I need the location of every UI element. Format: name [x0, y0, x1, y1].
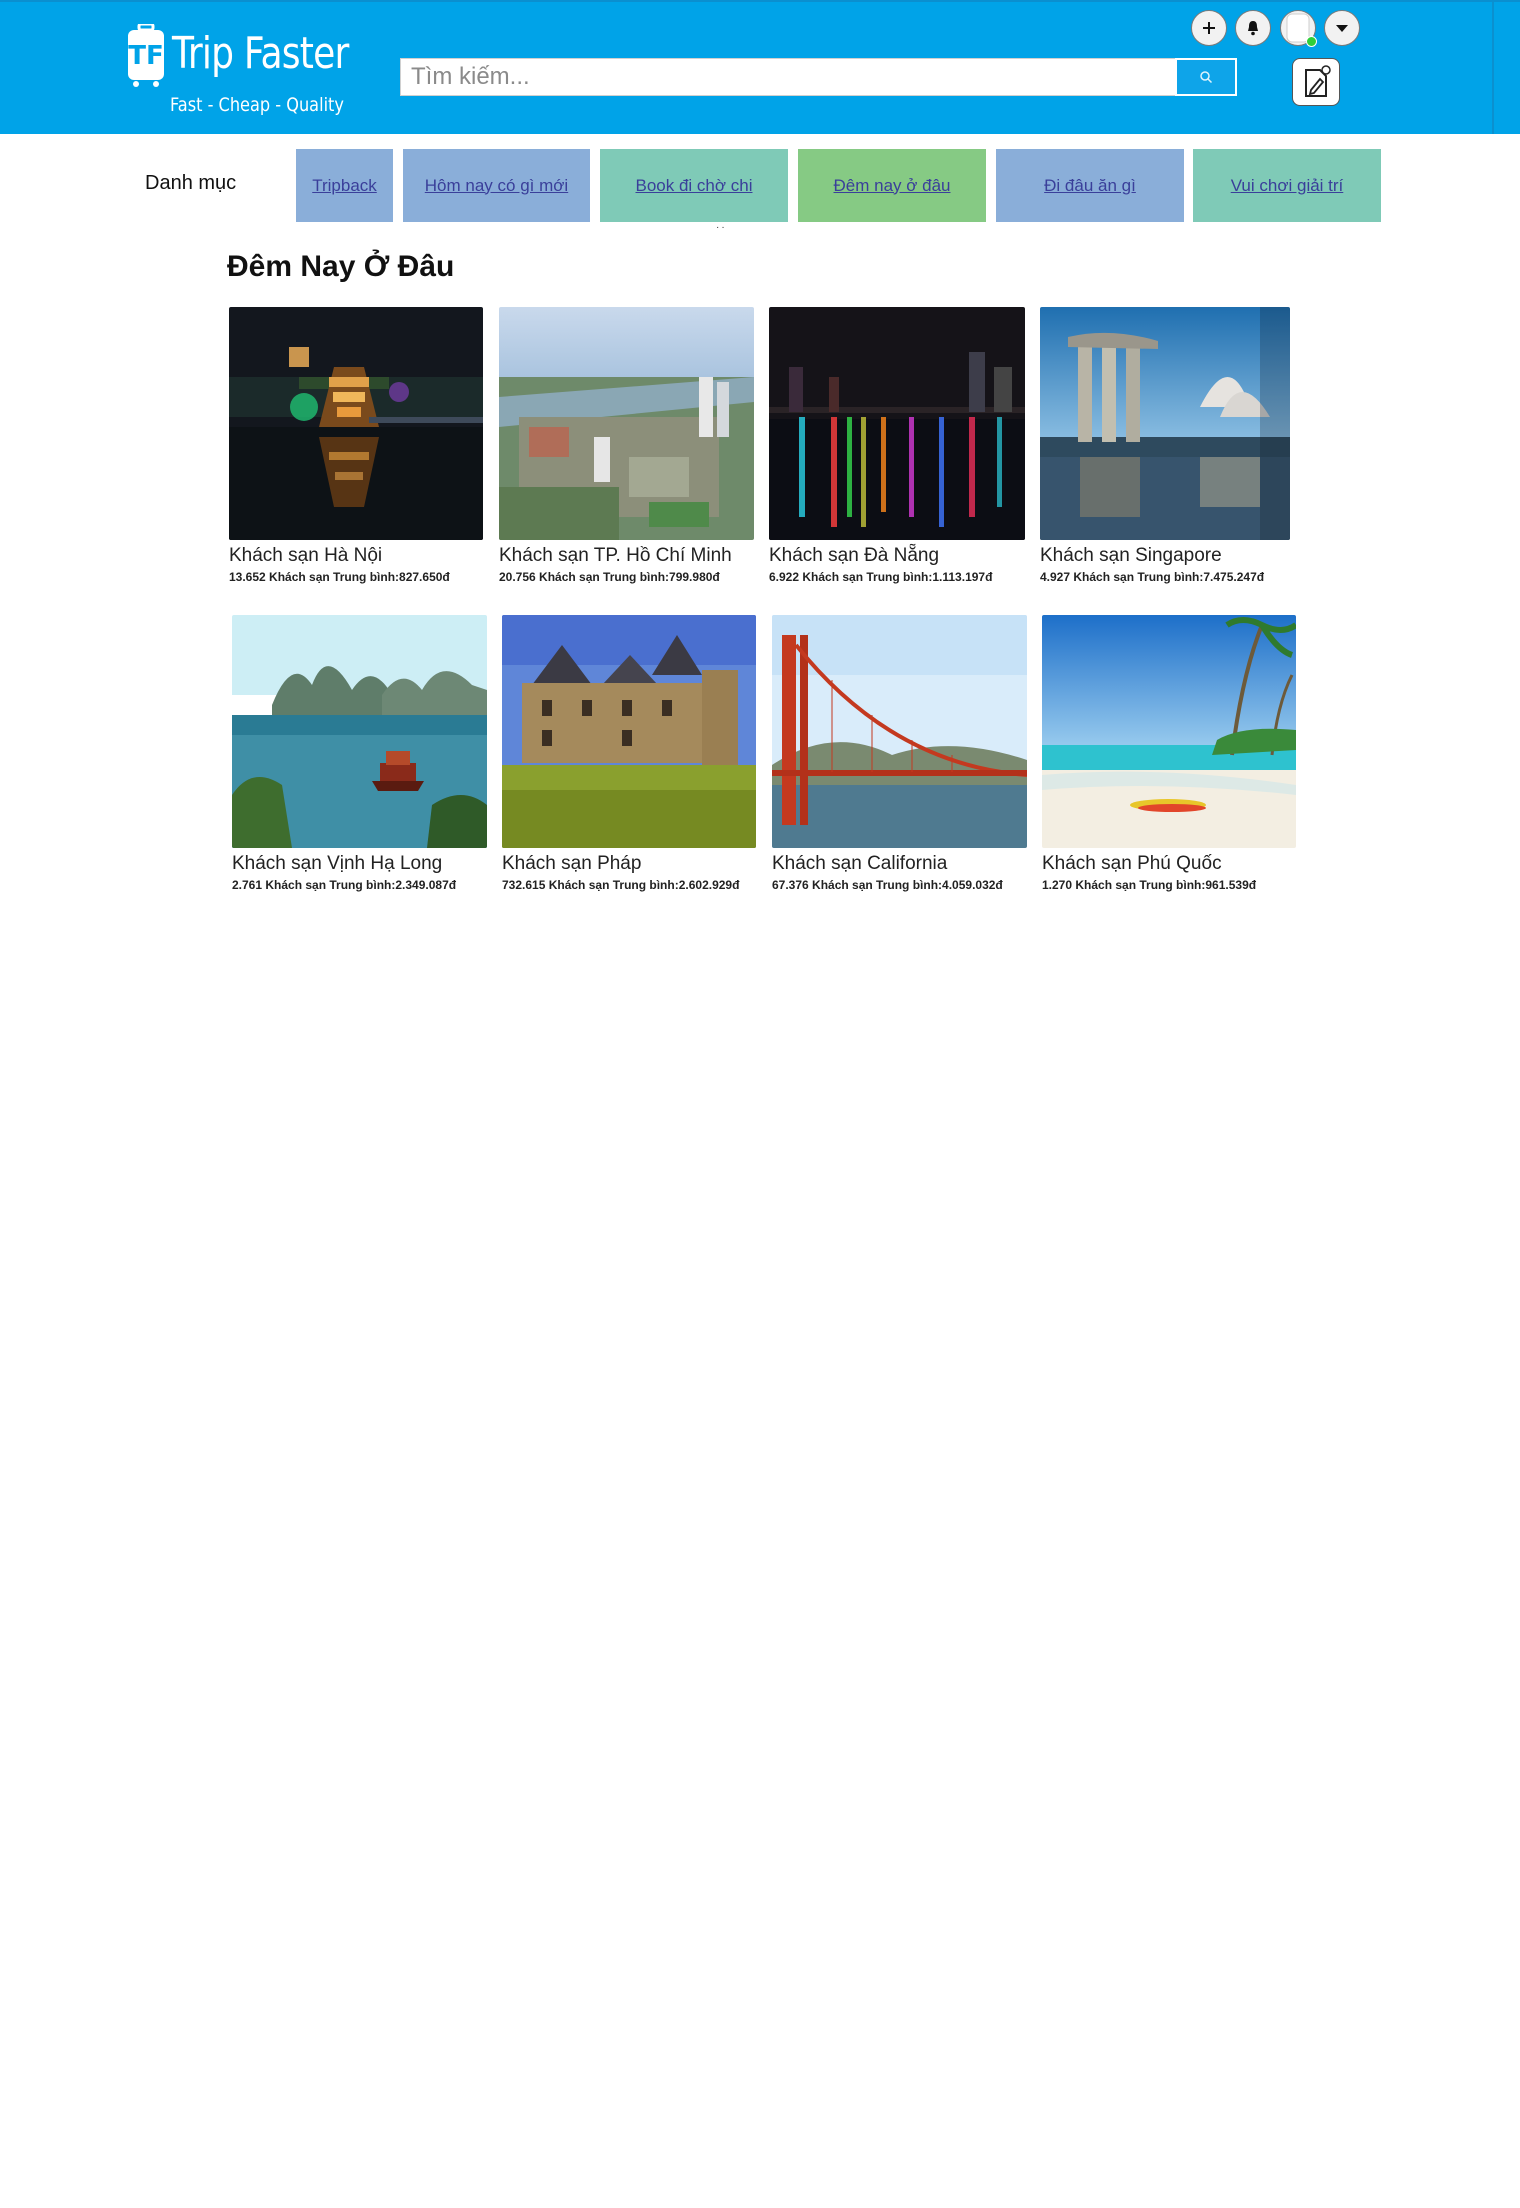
- logo-title: Trip Faster: [172, 28, 349, 79]
- hotel-stats: 1.270 Khách sạn Trung bình:961.539đ: [1042, 878, 1257, 892]
- tab-vui-choi-giai-tri[interactable]: Vui chơi giải trí: [1193, 149, 1381, 222]
- nav-indicator: ··: [716, 222, 727, 233]
- category-label: Danh mục: [145, 172, 237, 194]
- card-image[interactable]: [499, 307, 754, 540]
- hotel-stats: 2.761 Khách sạn Trung bình:2.349.087đ: [232, 878, 457, 892]
- card-image[interactable]: [1042, 615, 1296, 848]
- card-image[interactable]: [769, 307, 1025, 540]
- hotel-stats: 67.376 Khách sạn Trung bình:4.059.032đ: [772, 878, 1003, 892]
- golden-gate-image: [772, 615, 1027, 848]
- hotel-stats: 20.756 Khách sạn Trung bình:799.980đ: [499, 570, 720, 584]
- svg-text:TF: TF: [128, 41, 164, 71]
- hotel-name[interactable]: Khách sạn California: [772, 853, 947, 875]
- bell-icon: [1248, 21, 1258, 36]
- hotel-stats: 13.652 Khách sạn Trung bình:827.650đ: [229, 570, 450, 584]
- phuquoc-beach-image: [1042, 615, 1296, 848]
- hanoi-night-image: [229, 307, 483, 540]
- top-bar: TF Trip Faster Fast - Cheap - Quality: [0, 0, 1520, 134]
- header-divider: [1492, 2, 1494, 134]
- danang-night-image: [769, 307, 1025, 540]
- notifications-button[interactable]: [1235, 10, 1271, 46]
- plus-icon: [1203, 22, 1215, 34]
- luggage-logo-icon: TF: [128, 24, 164, 87]
- card-image[interactable]: [232, 615, 487, 848]
- search-input[interactable]: [400, 58, 1176, 96]
- hotel-name[interactable]: Khách sạn TP. Hồ Chí Minh: [499, 545, 732, 567]
- online-status-dot: [1306, 36, 1317, 47]
- tab-tripback[interactable]: Tripback: [296, 149, 393, 222]
- logo-tagline: Fast - Cheap - Quality: [170, 94, 344, 116]
- singapore-marina-image: [1040, 307, 1290, 540]
- search-icon: [1200, 71, 1213, 84]
- hotel-name[interactable]: Khách sạn Pháp: [502, 853, 641, 875]
- hotel-stats: 6.922 Khách sạn Trung bình:1.113.197đ: [769, 570, 993, 584]
- search-button[interactable]: [1175, 58, 1237, 96]
- card-image[interactable]: [1040, 307, 1290, 540]
- hotel-name[interactable]: Khách sạn Đà Nẵng: [769, 545, 939, 567]
- hotel-name[interactable]: Khách sạn Hà Nội: [229, 545, 382, 567]
- tab-di-dau-an-gi[interactable]: Đi đâu ăn gì: [996, 149, 1184, 222]
- hotel-name[interactable]: Khách sạn Vịnh Hạ Long: [232, 853, 442, 875]
- add-button[interactable]: [1191, 10, 1227, 46]
- tab-book-di-cho-chi[interactable]: Book đi chờ chi: [600, 149, 788, 222]
- write-post-button[interactable]: [1292, 58, 1340, 106]
- tab-hom-nay-co-gi-moi[interactable]: Hôm nay có gì mới: [403, 149, 590, 222]
- hotel-stats: 4.927 Khách sạn Trung bình:7.475.247đ: [1040, 570, 1265, 584]
- france-chateau-image: [502, 615, 756, 848]
- card-image[interactable]: [502, 615, 756, 848]
- account-menu-button[interactable]: [1324, 10, 1360, 46]
- hotel-stats: 732.615 Khách sạn Trung bình:2.602.929đ: [502, 878, 740, 892]
- hotel-name[interactable]: Khách sạn Phú Quốc: [1042, 853, 1222, 875]
- hotel-name[interactable]: Khách sạn Singapore: [1040, 545, 1222, 567]
- section-title: Đêm Nay Ở Đâu: [227, 250, 455, 283]
- card-image[interactable]: [772, 615, 1027, 848]
- pencil-document-icon: [1305, 65, 1331, 97]
- tab-dem-nay-o-dau[interactable]: Đêm nay ở đâu: [798, 149, 986, 222]
- caret-down-icon: [1336, 25, 1348, 32]
- hcmc-aerial-image: [499, 307, 754, 540]
- card-image[interactable]: [229, 307, 483, 540]
- halong-bay-image: [232, 615, 487, 848]
- logo[interactable]: TF Trip Faster Fast - Cheap - Quality: [126, 22, 366, 122]
